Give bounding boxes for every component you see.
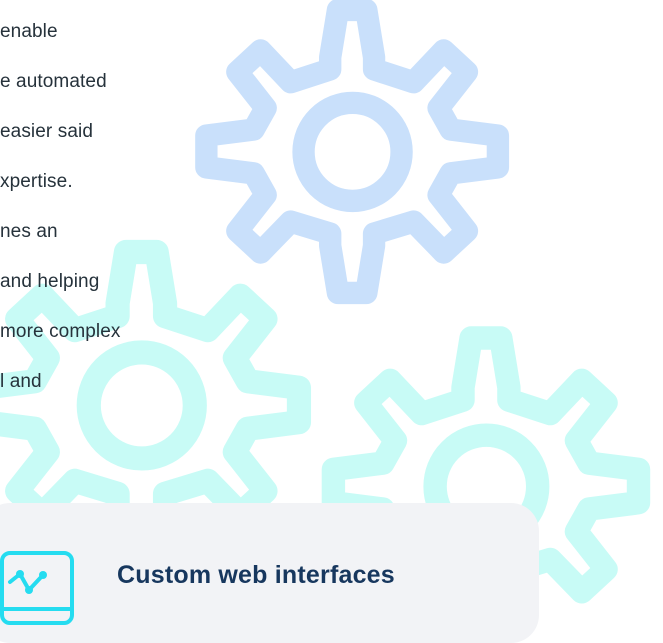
gear-icon-top: [206, 10, 498, 293]
article-line-5: nes an: [0, 221, 58, 242]
article-line-6: and helping: [0, 271, 100, 292]
article-line-2: e automated: [0, 71, 107, 92]
article-line-8: l and: [0, 371, 42, 392]
article-line-1: enable: [0, 21, 58, 42]
article-line-4: xpertise.: [0, 171, 73, 192]
hero-section: enable e automated easier said xpertise.…: [0, 0, 663, 643]
line-chart-monitor-icon: [0, 551, 74, 625]
feature-title: Custom web interfaces: [117, 561, 395, 589]
article-line-3: easier said: [0, 121, 93, 142]
article-line-7: more complex: [0, 321, 121, 342]
